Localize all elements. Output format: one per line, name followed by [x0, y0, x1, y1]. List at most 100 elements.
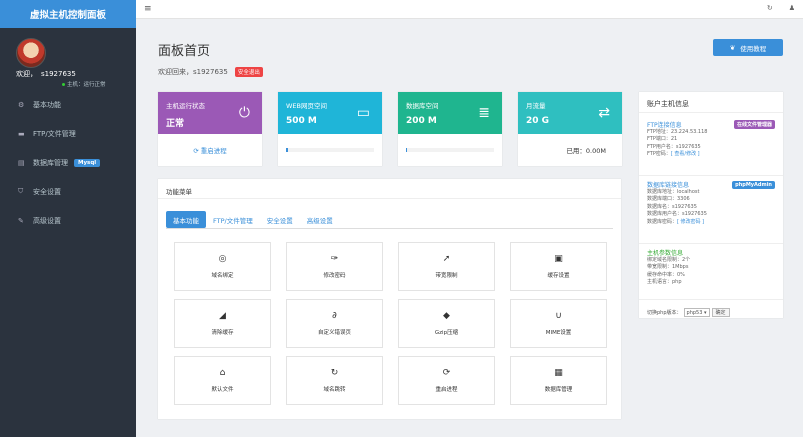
traffic-used: 已用：0.00M [566, 147, 606, 155]
eraser-icon: ◢ [219, 311, 226, 321]
transfer-icon: ⇄ [598, 105, 610, 121]
card-label: 数据库空间 [406, 102, 439, 110]
phpmyadmin-button[interactable]: phpMyAdmin [732, 180, 775, 189]
menu-icon[interactable]: ≡ [144, 4, 152, 14]
ftp-port: FTP端口：21 [647, 136, 678, 143]
logout-button[interactable]: 安全退出 [234, 67, 263, 77]
redo-icon: ↻ [330, 368, 339, 378]
online-file-manager-button[interactable]: 在线文件管理器 [733, 120, 775, 129]
restart-label: 重启进程 [200, 147, 227, 155]
php-confirm-button[interactable]: 确定 [711, 308, 730, 317]
func-domain-binding[interactable]: ◎ 域名绑定 [174, 242, 271, 291]
card-label: 主机运行状态 [166, 102, 205, 110]
ftp-password-link[interactable]: [ 查看/修改 ] [671, 151, 700, 157]
func-restart-process[interactable]: ⟳ 重启进程 [398, 356, 495, 405]
card-label: 月流量 [526, 102, 546, 110]
save-icon: ▣ [554, 254, 563, 264]
card-value: 500 M [286, 116, 317, 126]
welcome-line: 欢迎回来，s1927635 安全退出 [158, 67, 263, 77]
account-info-title: 账户主机信息 [647, 100, 689, 108]
shield-icon: ⛉ [18, 187, 24, 195]
sidebar-item-label: 安全设置 [33, 187, 61, 196]
database-icon: ≣ [478, 105, 490, 121]
php-version-label: 切换php版本： [647, 310, 682, 316]
bandwidth-limit: 带宽限制：1Mbps [647, 264, 689, 271]
php-version-select[interactable]: php53 ▾ [683, 308, 710, 317]
func-label: 重启进程 [435, 387, 458, 393]
sidebar-item-label: FTP/文件管理 [33, 129, 76, 138]
func-label: 数据库管理 [544, 387, 573, 393]
ftp-password-label: FTP密码： [647, 151, 671, 158]
host-status: 主机：运行正常 [62, 80, 106, 88]
card-value: 正常 [166, 119, 185, 129]
tab-security[interactable]: 安全设置 [260, 211, 300, 228]
web-space-progress [286, 148, 374, 152]
db-password-link[interactable]: [ 修改密码 ] [677, 219, 704, 225]
func-bandwidth-limit[interactable]: ➚ 带宽限制 [398, 242, 495, 291]
power-icon: ⏻ [238, 105, 250, 121]
card-traffic: 月流量 20 G ⇄ 已用：0.00M [518, 92, 622, 166]
sidebar-username: s1927635 [41, 70, 76, 78]
home-icon: ⌂ [219, 368, 226, 378]
db-space-progress [406, 148, 494, 152]
php-version-value: php53 [686, 310, 703, 316]
user-icon[interactable]: ♟ [789, 4, 795, 12]
refresh-icon[interactable]: ↻ [767, 4, 773, 12]
card-label: WEB网页空间 [286, 102, 327, 110]
sidebar-item-label: 数据库管理 [33, 158, 68, 167]
func-label: 缓存设置 [547, 273, 570, 279]
host-language: 主机语言：php [647, 279, 682, 286]
status-dot-icon [62, 82, 65, 86]
func-label: 域名绑定 [211, 273, 234, 279]
sidebar-item-database[interactable]: ▤ 数据库管理 Mysql [0, 148, 136, 177]
db-username: 数据库用户名：s1927635 [647, 211, 707, 218]
db-port: 数据库端口：3306 [647, 196, 690, 203]
sidebar-welcome: 欢迎， s1927635 [16, 69, 76, 79]
func-gzip[interactable]: ◆ Gzip压缩 [398, 299, 495, 348]
sidebar-item-advanced[interactable]: ✎ 高级设置 [0, 206, 136, 235]
welcome-text: 欢迎回来，s1927635 [158, 68, 228, 76]
tab-basic[interactable]: 基本功能 [166, 211, 206, 228]
card-web-space: WEB网页空间 500 M ▭ [278, 92, 382, 166]
func-default-file[interactable]: ⌂ 默认文件 [174, 356, 271, 405]
php-version-row: 切换php版本： php53 ▾ 确定 [647, 308, 730, 317]
sidebar-item-ftp[interactable]: ▬ FTP/文件管理 [0, 119, 136, 148]
dropbox-icon: ◆ [443, 311, 450, 321]
sidebar-item-basic[interactable]: ⚙ 基本功能 [0, 90, 136, 119]
func-label: 修改密码 [323, 273, 346, 279]
db-password: 数据库密码：[ 修改密码 ] [647, 219, 775, 226]
database-icon: ▤ [18, 158, 25, 167]
func-clear-cache[interactable]: ◢ 清除缓存 [174, 299, 271, 348]
wrench-icon: ✑ [330, 254, 339, 264]
card-db-space: 数据库空间 200 M ≣ [398, 92, 502, 166]
func-label: MIME设置 [545, 330, 572, 336]
card-host-status: 主机运行状态 正常 ⏻ ⟳ 重启进程 [158, 92, 262, 166]
page-title: 面板首页 [158, 44, 211, 59]
func-database-manage[interactable]: ▦ 数据库管理 [510, 356, 607, 405]
func-change-password[interactable]: ✑ 修改密码 [286, 242, 383, 291]
db-info-title: 数据库链接信息 [647, 182, 690, 189]
sidebar-item-label: 高级设置 [33, 216, 61, 225]
sidebar-item-security[interactable]: ⛉ 安全设置 [0, 177, 136, 206]
tab-advanced[interactable]: 高级设置 [300, 211, 340, 228]
function-menu-title: 功能菜单 [166, 188, 192, 196]
card-value: 200 M [406, 116, 437, 126]
func-custom-error-page[interactable]: ∂ 自定义错误页 [286, 299, 383, 348]
mysql-badge: Mysql [74, 158, 101, 167]
progress-fill [406, 148, 407, 152]
func-cache-settings[interactable]: ▣ 缓存设置 [510, 242, 607, 291]
card-value: 20 G [526, 116, 550, 126]
welcome-label: 欢迎， [16, 70, 37, 78]
function-tabs: 基本功能 FTP/文件管理 安全设置 高级设置 [166, 211, 340, 228]
db-info-section: 数据库链接信息 phpMyAdmin 数据库地址：localhost 数据库端口… [647, 180, 775, 226]
folder-icon: ▬ [18, 129, 25, 138]
host-param-section: 主机参数信息 绑定域名限制：2个 带宽限制：1Mbps 缓存命中率：0% 主机语… [647, 248, 775, 287]
topbar: ≡ ↻ ♟ [136, 0, 803, 19]
func-label: 清除缓存 [211, 330, 234, 336]
restart-process-link[interactable]: ⟳ 重启进程 [158, 145, 262, 155]
func-domain-redirect[interactable]: ↻ 域名跳转 [286, 356, 383, 405]
tutorial-button[interactable]: ❦ 使用教程 [713, 39, 783, 56]
tab-ftp[interactable]: FTP/文件管理 [206, 211, 260, 228]
func-mime[interactable]: ∪ MIME设置 [510, 299, 607, 348]
func-label: 域名跳转 [323, 387, 346, 393]
